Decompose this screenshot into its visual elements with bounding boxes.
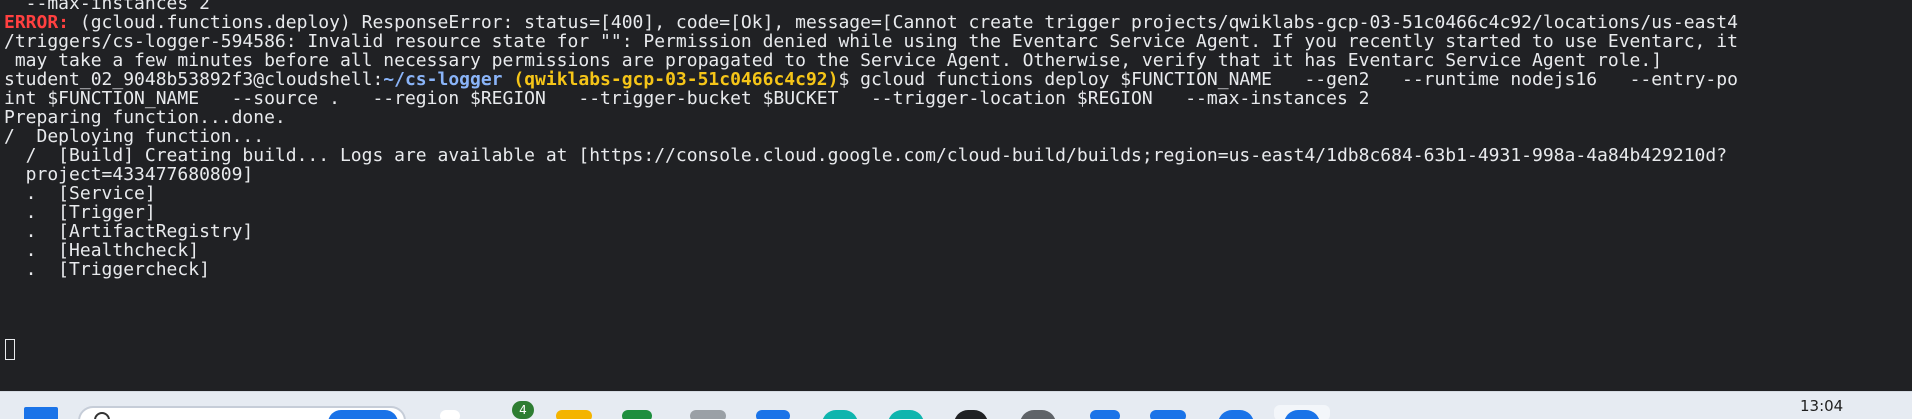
start-icon[interactable]	[24, 407, 58, 419]
terminal-output[interactable]: --max-instances 2 ERROR: (gcloud.functio…	[0, 0, 1912, 391]
search-input[interactable]	[78, 406, 406, 419]
terminal-line: . [Triggercheck]	[4, 259, 210, 280]
terminal-cursor	[5, 339, 15, 360]
taskbar-clock[interactable]: 13:04	[1800, 397, 1843, 415]
terminal-line: / [Build] Creating build... Logs are ava…	[4, 145, 1728, 166]
taskbar: 4 13:04	[0, 391, 1912, 419]
notification-badge: 4	[512, 401, 534, 419]
